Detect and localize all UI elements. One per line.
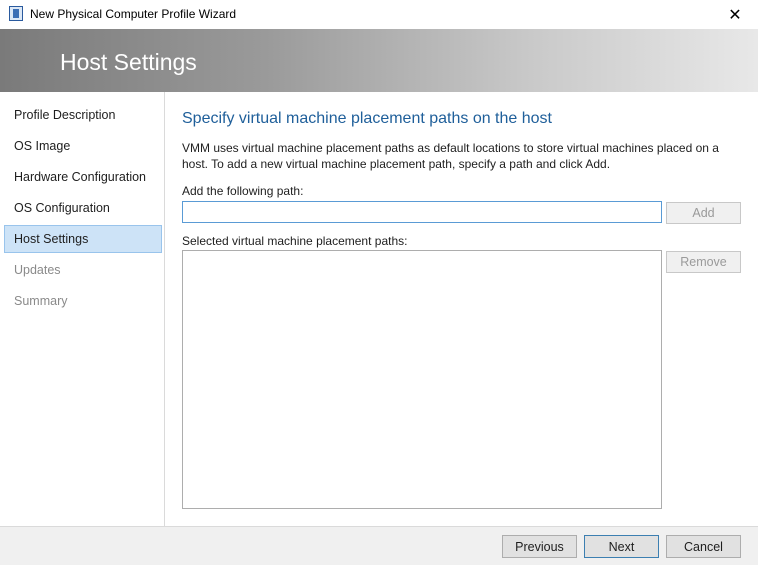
title-bar: New Physical Computer Profile Wizard ✕: [0, 0, 758, 29]
section-heading: Specify virtual machine placement paths …: [182, 110, 552, 127]
wizard-steps-sidebar: Profile Description OS Image Hardware Co…: [0, 92, 165, 526]
add-button[interactable]: Add: [666, 202, 741, 224]
selected-paths-list[interactable]: [182, 250, 662, 509]
sidebar-item-updates: Updates: [14, 263, 61, 277]
wizard-footer: Previous Next Cancel: [0, 526, 758, 565]
sidebar-item-hardware-configuration[interactable]: Hardware Configuration: [4, 163, 162, 191]
close-button[interactable]: ✕: [712, 0, 758, 29]
section-description: VMM uses virtual machine placement paths…: [182, 141, 719, 171]
sidebar-item-summary: Summary: [14, 294, 68, 308]
previous-button[interactable]: Previous: [502, 535, 577, 558]
cancel-button[interactable]: Cancel: [666, 535, 741, 558]
sidebar-item-host-settings[interactable]: Host Settings: [4, 225, 162, 253]
next-button[interactable]: Next: [584, 535, 659, 558]
main-content: Specify virtual machine placement paths …: [166, 92, 758, 526]
wizard-app-icon: [9, 6, 23, 21]
close-icon: ✕: [728, 6, 742, 24]
page-title: Host Settings: [60, 49, 197, 75]
page-banner: Host Settings: [0, 29, 758, 92]
sidebar-item-os-configuration[interactable]: OS Configuration: [4, 194, 162, 222]
window-title: New Physical Computer Profile Wizard: [30, 7, 237, 21]
selected-paths-label: Selected virtual machine placement paths…: [182, 234, 408, 248]
sidebar-item-profile-description[interactable]: Profile Description: [4, 101, 162, 129]
remove-button[interactable]: Remove: [666, 251, 741, 273]
add-path-input[interactable]: [182, 201, 662, 223]
add-path-label: Add the following path:: [182, 184, 304, 198]
sidebar-item-os-image[interactable]: OS Image: [4, 132, 162, 160]
